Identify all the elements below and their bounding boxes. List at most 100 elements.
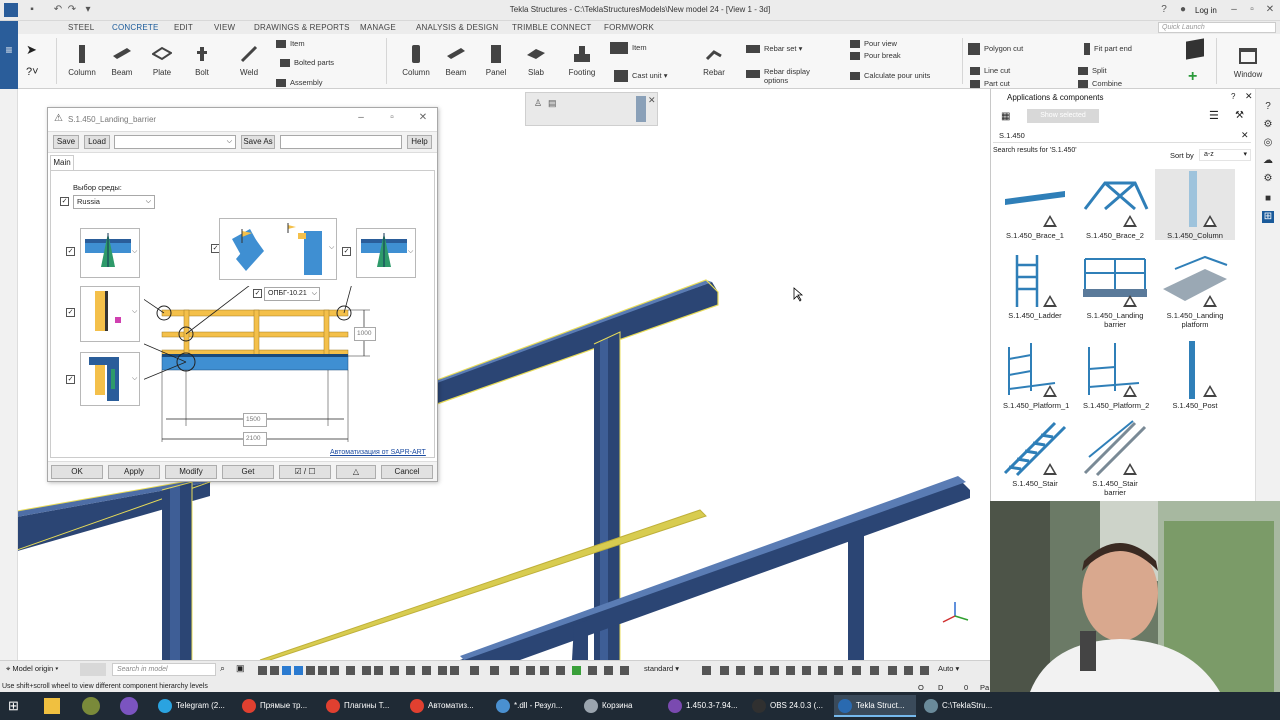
tab-main[interactable]: Main <box>50 155 74 171</box>
snap-switch-icon[interactable] <box>438 666 447 675</box>
assembly-button[interactable]: Assembly <box>276 78 323 88</box>
component-item[interactable]: S.1.450_Landing platform <box>1155 249 1235 329</box>
quick-access-dropdown-icon[interactable]: ▾ <box>82 4 94 16</box>
tab-concrete[interactable]: CONCRETE <box>112 23 159 32</box>
save-icon[interactable]: ▪ <box>26 4 38 16</box>
pour-break-button[interactable]: Pour break <box>850 51 901 61</box>
steel-column-button[interactable]: Column <box>66 44 98 77</box>
component-item[interactable]: S.1.450_Platform_2 <box>1075 339 1155 410</box>
user-icon[interactable]: ● <box>1177 4 1189 16</box>
chevron-down-icon[interactable]: ⌵ <box>329 244 334 252</box>
save-as-name-input[interactable] <box>280 135 402 149</box>
tab-edit[interactable]: EDIT <box>174 23 193 32</box>
save-as-button[interactable]: Save As <box>241 135 275 149</box>
pour-view-button[interactable]: Pour view <box>850 39 897 49</box>
chevron-down-icon[interactable]: ⌵ <box>132 308 137 316</box>
auto-select[interactable]: Auto ▾ <box>938 664 959 673</box>
component-item[interactable]: S.1.450_Ladder <box>995 249 1075 320</box>
explorer-pin-icon[interactable] <box>44 698 60 714</box>
steel-beam-button[interactable]: Beam <box>106 44 138 77</box>
gear-icon[interactable]: ⚙ <box>1262 173 1274 185</box>
tab-analysis-design[interactable]: ANALYSIS & DESIGN <box>416 23 498 32</box>
polygon-cut-button[interactable]: Polygon cut <box>968 43 1023 55</box>
rebar-set-button[interactable]: Rebar set ▾ <box>746 44 802 54</box>
snap-switch-icon[interactable] <box>306 666 315 675</box>
weld-button[interactable]: Weld <box>230 44 268 77</box>
dialog-close-icon[interactable]: ✕ <box>416 111 430 125</box>
show-selected-button[interactable]: Show selected <box>1027 109 1099 123</box>
globe-icon[interactable]: ◎ <box>1262 137 1274 149</box>
profile-checkbox[interactable]: ✓ <box>253 289 262 298</box>
cloud-icon[interactable]: ☁ <box>1262 155 1274 167</box>
load-button[interactable]: Load <box>84 135 110 149</box>
option-checkbox-3[interactable]: ✓ <box>342 247 351 256</box>
cancel-button[interactable]: Cancel <box>381 465 433 479</box>
connection-thumbnail[interactable] <box>219 218 337 280</box>
snap-switch-icon[interactable] <box>802 666 811 675</box>
search-clear-icon[interactable]: ✕ <box>1241 130 1249 141</box>
snap-switch-icon[interactable] <box>490 666 499 675</box>
window-button[interactable]: Window <box>1224 46 1272 79</box>
height-input[interactable]: 1000 <box>354 327 376 341</box>
apps-help-icon[interactable]: ? <box>1231 92 1235 101</box>
option-checkbox-4[interactable]: ✓ <box>66 308 75 317</box>
taskbar-item[interactable]: Telegram (2... <box>154 695 236 717</box>
chevron-down-icon[interactable]: ⌵ <box>132 248 137 256</box>
panel-button[interactable]: Panel <box>480 44 512 77</box>
option-checkbox-5[interactable]: ✓ <box>66 375 75 384</box>
taskbar-item[interactable]: Корзина <box>580 695 662 717</box>
login-link[interactable]: Log in <box>1195 6 1217 15</box>
settings-wrench-icon[interactable]: ⚒ <box>1235 110 1244 121</box>
model-origin-select[interactable]: ⌖ Model origin ▾ <box>6 664 58 674</box>
snap-switch-icon[interactable] <box>834 666 843 675</box>
snap-switch-icon[interactable] <box>588 666 597 675</box>
snap-switch-icon[interactable] <box>754 666 763 675</box>
snap-switch-icon[interactable] <box>620 666 629 675</box>
snap-switch-icon[interactable] <box>720 666 729 675</box>
model-search-input[interactable]: Search in model <box>112 663 216 676</box>
add-component-icon[interactable]: + <box>1188 68 1197 86</box>
layers-icon[interactable]: ▤ <box>548 98 557 109</box>
footing-button[interactable]: Footing <box>564 44 600 77</box>
steel-plate-button[interactable]: Plate <box>146 44 178 77</box>
cast-unit-button[interactable]: Cast unit ▾ <box>614 70 667 82</box>
component-item[interactable]: S.1.450_Brace_1 <box>995 169 1075 240</box>
combine-button[interactable]: Combine <box>1078 79 1122 89</box>
close-icon[interactable]: ✕ <box>1264 4 1276 16</box>
snap-switch-icon[interactable] <box>870 666 879 675</box>
snap-switch-icon[interactable] <box>526 666 535 675</box>
environment-checkbox[interactable]: ✓ <box>60 197 69 206</box>
component-item[interactable]: S.1.450_Post <box>1155 339 1235 410</box>
component-item[interactable]: S.1.450_Platform_1 <box>995 339 1075 410</box>
bracket-thumbnail[interactable] <box>80 352 140 406</box>
preset-select[interactable]: ⌵ <box>114 135 236 149</box>
inner-length-input[interactable]: 1500 <box>243 413 267 427</box>
tab-trimble-connect[interactable]: TRIMBLE CONNECT <box>512 23 591 32</box>
undo-icon[interactable]: ↶ <box>52 4 64 16</box>
snap-switch-icon[interactable] <box>888 666 897 675</box>
modify-button[interactable]: Modify <box>165 465 217 479</box>
steel-item-button[interactable]: Item <box>276 39 305 49</box>
apps-components-icon[interactable]: ⊞ <box>1262 211 1274 223</box>
app-menu-button[interactable]: ≡ <box>0 21 18 89</box>
maximize-icon[interactable]: ▫ <box>1246 4 1258 16</box>
pin-icon[interactable] <box>636 96 646 122</box>
snap-switch-icon[interactable] <box>390 666 399 675</box>
taskbar-item[interactable]: 1.450.3-7.94... <box>664 695 746 717</box>
taskbar-item[interactable]: OBS 24.0.3 (... <box>748 695 830 717</box>
concrete-column-button[interactable]: Column <box>400 44 432 77</box>
panel-close-icon[interactable]: ✕ <box>648 95 656 106</box>
taskbar-item[interactable]: *.dll - Резул... <box>492 695 574 717</box>
help-icon[interactable]: ? <box>1158 4 1170 16</box>
snap-switch-icon[interactable] <box>362 666 371 675</box>
grid-view-icon[interactable]: ▦ <box>1001 111 1010 122</box>
snap-switch-icon[interactable] <box>572 666 581 675</box>
apps-close-icon[interactable]: ✕ <box>1245 91 1253 102</box>
select-icon[interactable]: ➤ <box>26 42 37 58</box>
brace-lower[interactable] <box>572 620 588 660</box>
line-cut-button[interactable]: Line cut <box>970 66 1010 76</box>
properties-icon[interactable]: ⚙ <box>1262 119 1274 131</box>
dialog-maximize-icon[interactable]: ▫ <box>385 111 399 125</box>
snap-switch-icon[interactable] <box>920 666 929 675</box>
concrete-beam-button[interactable]: Beam <box>440 44 472 77</box>
